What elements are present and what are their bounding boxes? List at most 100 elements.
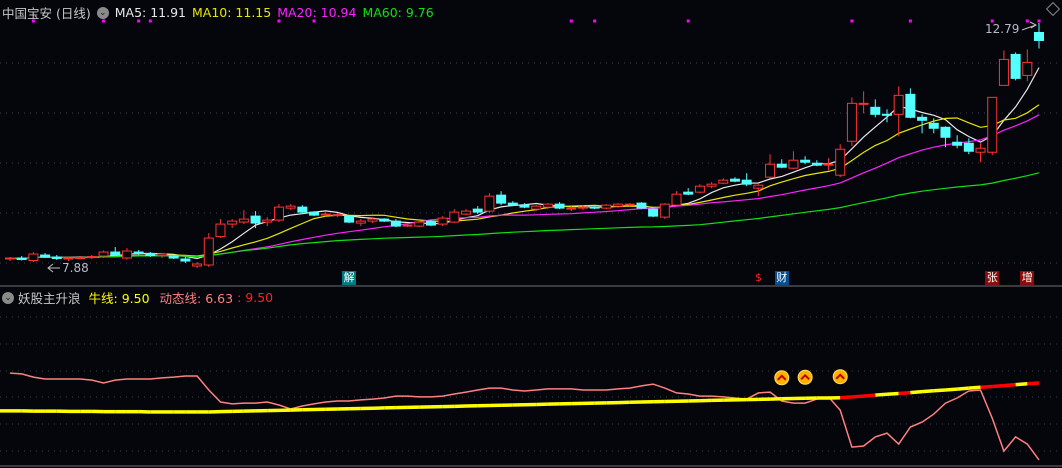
candle-body <box>1034 31 1044 41</box>
candle-body <box>741 179 752 185</box>
candle <box>227 219 238 229</box>
candle-body <box>496 194 507 204</box>
stock-name: 中国宝安 (日线) <box>2 6 91 21</box>
candle-body <box>344 215 355 223</box>
signal-dot <box>908 19 912 23</box>
candle-body <box>262 219 273 223</box>
candle <box>238 210 249 225</box>
candle-body <box>250 215 261 224</box>
candle-body <box>180 258 191 262</box>
candle <box>250 211 261 229</box>
event-marker[interactable]: 解 <box>342 271 357 285</box>
candle <box>729 177 740 183</box>
candle <box>846 97 857 147</box>
candle-body <box>601 204 612 209</box>
candle-body <box>940 126 951 138</box>
high-price-label: 12.79 <box>985 22 1020 36</box>
candle-body <box>846 102 857 142</box>
bull-line-segment <box>968 385 981 390</box>
candle-body <box>285 205 296 209</box>
candle-body <box>5 257 15 260</box>
candle <box>484 193 495 214</box>
event-marker[interactable]: $ <box>751 271 765 285</box>
chevron-down-icon[interactable]: ⌄ <box>96 6 109 19</box>
candle <box>835 144 846 178</box>
candle <box>203 233 214 268</box>
candle <box>40 253 51 259</box>
candle-body <box>636 202 647 209</box>
candle-body <box>437 217 448 225</box>
candle <box>893 86 904 137</box>
candle <box>437 216 448 227</box>
candle-body <box>870 106 881 115</box>
bull-line-segment <box>1027 381 1040 386</box>
candle <box>1022 49 1033 82</box>
candle-body <box>788 159 799 169</box>
bull-line-label: 牛线: 9.50 <box>88 291 150 306</box>
candle-body <box>168 255 179 259</box>
candle-body <box>998 58 1009 86</box>
bull-line-segment <box>956 386 970 391</box>
candle-body <box>157 253 168 257</box>
candle-body <box>1010 53 1021 79</box>
ma10-label: MA10: 11.15 <box>192 5 272 20</box>
candle <box>671 191 682 207</box>
event-marker[interactable]: 增 <box>1020 271 1035 285</box>
candle <box>355 219 366 227</box>
bull-line-segment <box>980 384 993 390</box>
chevron-down-icon[interactable]: ⌄ <box>2 291 14 304</box>
price-annotations <box>47 21 1038 273</box>
candle-body <box>776 163 787 168</box>
dynamic-line <box>9 372 1040 461</box>
candle <box>998 50 1009 86</box>
candle-body <box>858 102 869 105</box>
candle-body <box>531 205 542 210</box>
candle-body <box>192 263 203 267</box>
buy-signal-circle <box>797 369 813 385</box>
buy-signal-circle <box>774 370 790 386</box>
candle-body <box>51 256 62 260</box>
candle <box>449 209 460 224</box>
candle <box>952 135 963 149</box>
event-marker[interactable]: 财 <box>774 271 789 285</box>
buy-signal-icon <box>774 370 790 386</box>
candle-body <box>835 148 846 176</box>
kline-chart[interactable] <box>0 0 1062 468</box>
candle <box>180 257 191 264</box>
bull-line-segment <box>910 389 923 395</box>
candle <box>648 208 659 218</box>
candle-body <box>554 203 565 209</box>
candle-body <box>379 218 390 222</box>
candle-body <box>765 163 776 178</box>
ma60-label: MA60: 9.76 <box>362 5 434 20</box>
candle <box>461 209 472 216</box>
candle-body <box>542 203 553 208</box>
candle <box>788 151 799 170</box>
dynamic-extra-value: 9.50 <box>245 290 274 305</box>
candle <box>683 188 694 196</box>
candle <box>110 247 121 257</box>
bull-line-segment <box>945 387 958 392</box>
candle-body <box>519 204 530 208</box>
candle <box>800 156 811 165</box>
bull-line-segment <box>886 391 899 397</box>
candle-body <box>28 253 39 262</box>
candle <box>309 211 320 217</box>
candle-body <box>729 178 740 182</box>
candle-body <box>145 253 156 257</box>
event-marker[interactable]: 张 <box>985 271 1000 285</box>
bull-line-segment <box>1003 382 1016 388</box>
candle <box>51 255 62 261</box>
signal-dot <box>569 19 573 23</box>
bull-line-segment <box>921 389 934 394</box>
signal-dot <box>686 19 690 23</box>
candle-body <box>16 257 27 261</box>
candle <box>16 256 27 261</box>
candle-body <box>905 93 916 118</box>
candle-body <box>367 218 378 222</box>
candle-body <box>507 202 518 206</box>
ma20-label: MA20: 10.94 <box>277 5 357 20</box>
candle-body <box>309 211 320 216</box>
candle <box>765 154 776 179</box>
signal-dot <box>1037 19 1041 23</box>
